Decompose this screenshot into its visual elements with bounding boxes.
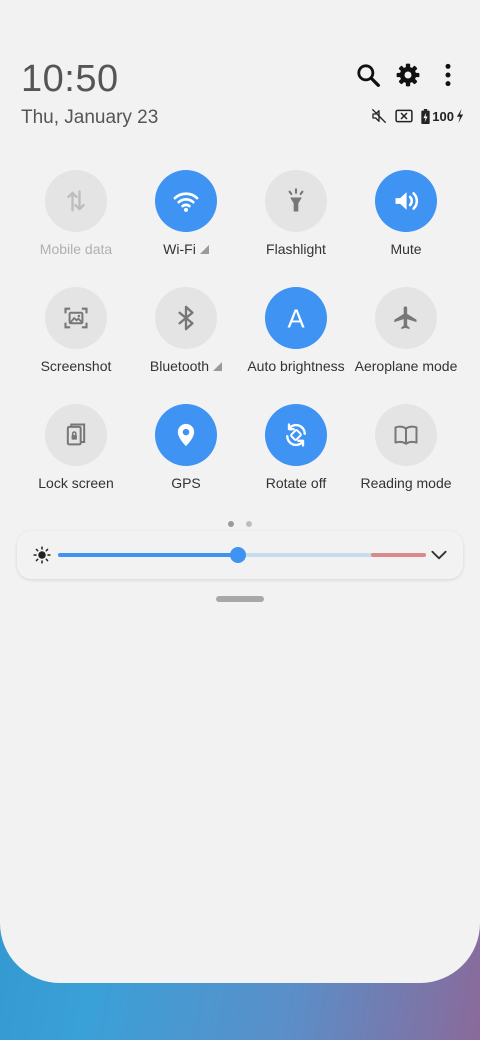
screenshot-icon — [64, 307, 88, 329]
tile-rotate-off[interactable]: Rotate off — [241, 404, 351, 491]
airplane-icon — [394, 306, 417, 330]
volume-icon — [395, 192, 419, 210]
reading-mode-label-text: Reading mode — [360, 475, 452, 491]
rotate-off-label-text: Rotate off — [265, 475, 327, 491]
search-button[interactable] — [350, 60, 386, 90]
brightness-bar — [17, 531, 463, 579]
lock-screen-icon — [66, 423, 86, 446]
wi-fi-expand-indicator[interactable] — [199, 244, 209, 254]
tile-gps[interactable]: GPS — [131, 404, 241, 491]
screenshot-toggle-button[interactable] — [45, 287, 107, 349]
wi-fi-label-text: Wi-Fi — [163, 241, 196, 257]
mobile-data-label[interactable]: Mobile data — [40, 241, 112, 257]
lock-screen-label-text: Lock screen — [38, 475, 114, 491]
page-indicator — [228, 521, 252, 527]
tile-wi-fi[interactable]: Wi-Fi — [131, 170, 241, 257]
svg-text:A: A — [287, 305, 305, 332]
quick-panel: 10:50 Thu, January 23 100 Mobile data Wi… — [0, 0, 480, 983]
mute-toggle-button[interactable] — [375, 170, 437, 232]
mute-label[interactable]: Mute — [390, 241, 421, 257]
screenshot-label[interactable]: Screenshot — [41, 358, 112, 374]
aeroplane-mode-label-text: Aeroplane mode — [354, 358, 458, 374]
brightness-fill — [58, 553, 239, 557]
brightness-high-zone — [370, 553, 426, 557]
tile-auto-brightness[interactable]: A Auto brightness — [241, 287, 351, 374]
bluetooth-label-text: Bluetooth — [149, 358, 210, 374]
top-actions — [350, 60, 466, 90]
reading-mode-toggle-button[interactable] — [375, 404, 437, 466]
screenshot-label-text: Screenshot — [40, 358, 112, 374]
rotate-icon — [286, 423, 306, 447]
lock-screen-label[interactable]: Lock screen — [38, 475, 113, 491]
rotate-off-label[interactable]: Rotate off — [266, 475, 326, 491]
bluetooth-icon — [178, 305, 194, 331]
chevron-down-icon[interactable] — [429, 545, 449, 565]
gps-toggle-button[interactable] — [155, 404, 217, 466]
mute-label-text: Mute — [390, 241, 422, 257]
auto-brightness-icon: A — [287, 305, 305, 332]
auto-brightness-toggle-button[interactable]: A — [265, 287, 327, 349]
tile-lock-screen[interactable]: Lock screen — [21, 404, 131, 491]
status-bar: 100 — [371, 108, 464, 124]
search-icon — [357, 64, 380, 87]
brightness-icon — [33, 546, 51, 564]
date: Thu, January 23 — [21, 107, 159, 128]
tile-aeroplane-mode[interactable]: Aeroplane mode — [351, 287, 461, 374]
panel-drag-handle[interactable] — [216, 596, 264, 602]
clock: 10:50 — [21, 58, 119, 100]
bluetooth-toggle-button[interactable] — [155, 287, 217, 349]
page-dot-1[interactable] — [228, 521, 234, 527]
mobile-data-icon — [67, 190, 85, 212]
rotate-off-toggle-button[interactable] — [265, 404, 327, 466]
charging-icon — [456, 109, 464, 123]
mobile-data-toggle-button[interactable] — [45, 170, 107, 232]
gps-label-text: GPS — [171, 475, 201, 491]
page-dot-2[interactable] — [246, 521, 252, 527]
aeroplane-mode-toggle-button[interactable] — [375, 287, 437, 349]
tile-flashlight[interactable]: Flashlight — [241, 170, 351, 257]
auto-brightness-label-text: Auto brightness — [247, 358, 345, 374]
tile-bluetooth[interactable]: Bluetooth — [131, 287, 241, 374]
wifi-icon — [173, 192, 199, 212]
mobile-data-label-text: Mobile data — [39, 241, 113, 257]
wi-fi-toggle-button[interactable] — [155, 170, 217, 232]
tile-mobile-data[interactable]: Mobile data — [21, 170, 131, 257]
more-options-button[interactable] — [430, 60, 466, 90]
brightness-slider-thumb[interactable] — [230, 547, 247, 563]
wi-fi-label[interactable]: Wi-Fi — [163, 241, 209, 257]
flashlight-label-text: Flashlight — [266, 241, 326, 257]
no-sim-icon — [395, 109, 413, 123]
flashlight-label[interactable]: Flashlight — [266, 241, 326, 257]
gear-icon — [396, 63, 420, 87]
bluetooth-label[interactable]: Bluetooth — [149, 358, 223, 374]
flashlight-icon — [288, 188, 304, 212]
aeroplane-mode-label[interactable]: Aeroplane mode — [355, 358, 458, 374]
mute-icon — [372, 108, 387, 124]
more-vertical-icon — [445, 63, 451, 87]
location-icon — [177, 423, 195, 447]
tile-reading-mode[interactable]: Reading mode — [351, 404, 461, 491]
tile-mute[interactable]: Mute — [351, 170, 461, 257]
gps-label[interactable]: GPS — [171, 475, 201, 491]
settings-button[interactable] — [390, 60, 426, 90]
bluetooth-expand-indicator[interactable] — [213, 361, 223, 371]
battery-icon — [421, 108, 430, 124]
book-icon — [394, 425, 418, 445]
battery-level: 100 — [432, 108, 454, 124]
quick-settings-grid: Mobile data Wi-Fi Flashlight Mute Screenshot… — [21, 170, 461, 491]
flashlight-toggle-button[interactable] — [265, 170, 327, 232]
auto-brightness-label[interactable]: Auto brightness — [247, 358, 344, 374]
tile-screenshot[interactable]: Screenshot — [21, 287, 131, 374]
reading-mode-label[interactable]: Reading mode — [360, 475, 451, 491]
lock-screen-toggle-button[interactable] — [45, 404, 107, 466]
